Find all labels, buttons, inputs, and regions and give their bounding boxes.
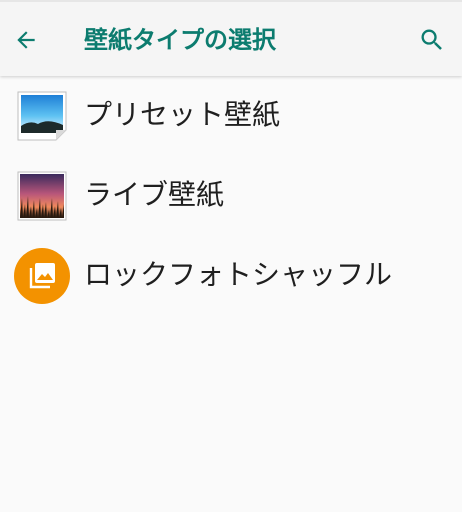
preset-wallpaper-icon [17,91,67,141]
app-bar: 壁紙タイプの選択 [0,0,462,76]
live-wallpaper-icon [17,171,67,221]
wallpaper-type-list: プリセット壁紙 ライブ壁紙 ロックフォトシャッフル [0,76,462,316]
search-icon [421,29,442,50]
list-item-photo-shuffle[interactable]: ロックフォトシャッフル [0,236,462,316]
list-item-preset-wallpaper[interactable]: プリセット壁紙 [0,76,462,156]
arrow-back-icon [17,31,35,49]
wallpaper-type-screen: 壁紙タイプの選択 プリセット壁紙 ライブ壁紙 ロックフォトシャッフル [0,0,462,512]
list-item-label: プリセット壁紙 [84,98,281,131]
list-item-live-wallpaper[interactable]: ライブ壁紙 [0,156,462,236]
list-item-label: ロックフォトシャッフル [84,258,393,291]
back-button[interactable] [8,22,44,58]
list-item-label: ライブ壁紙 [84,178,225,211]
search-button[interactable] [416,24,448,56]
photo-shuffle-icon [14,248,70,304]
page-title: 壁紙タイプの選択 [84,26,276,54]
